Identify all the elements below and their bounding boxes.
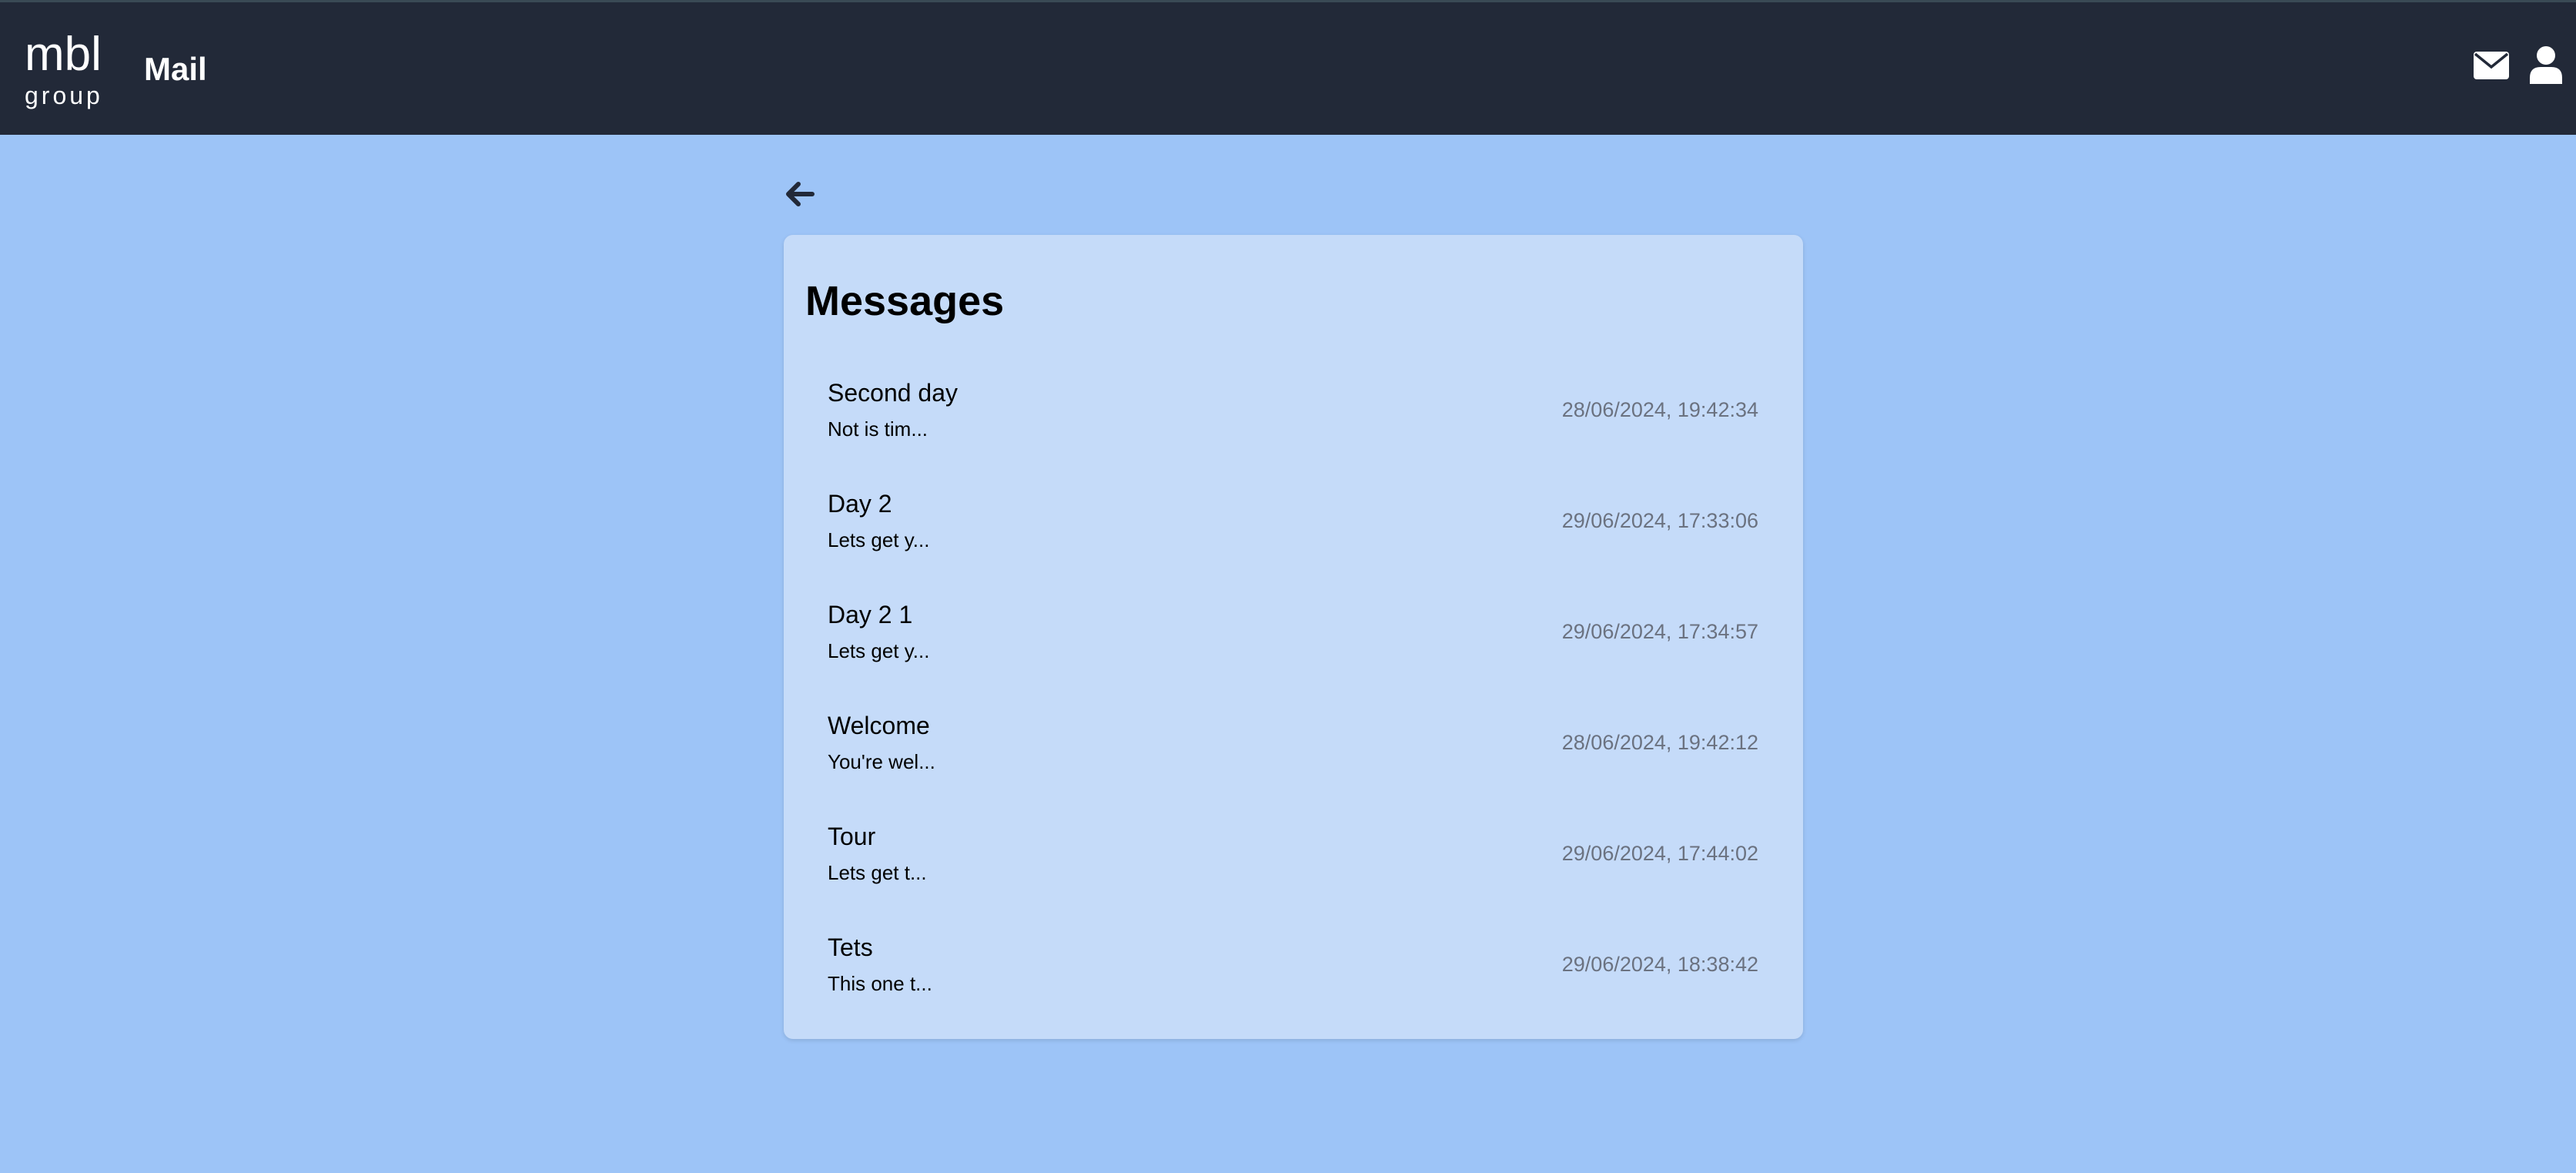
message-item[interactable]: Welcome You're wel... 28/06/2024, 19:42:…: [805, 683, 1781, 794]
app-title: Mail: [144, 51, 207, 87]
message-item[interactable]: Tets This one t... 29/06/2024, 18:38:42: [805, 905, 1781, 1016]
message-subject: Tour: [828, 823, 876, 850]
message-item[interactable]: Day 2 Lets get y... 29/06/2024, 17:33:06: [805, 461, 1781, 572]
message-date: 28/06/2024, 19:42:12: [1561, 731, 1758, 754]
message-subject: Day 2 1: [828, 601, 913, 628]
message-subject: Tets: [828, 933, 873, 961]
message-item[interactable]: Tour Lets get t... 29/06/2024, 17:44:02: [805, 794, 1781, 905]
message-preview: Lets get t...: [828, 861, 927, 884]
message-preview: Lets get y...: [828, 528, 930, 551]
message-preview: Lets get y...: [828, 639, 930, 662]
messages-card: Messages Second day Not is tim... 28/06/…: [784, 235, 1803, 1039]
message-date: 29/06/2024, 17:33:06: [1561, 509, 1758, 532]
user-icon[interactable]: [2530, 45, 2562, 84]
svg-text:mbl: mbl: [25, 28, 102, 81]
message-preview: This one t...: [828, 972, 932, 995]
mbl-group-logo[interactable]: mbl group: [23, 25, 112, 110]
page-title: Messages: [805, 278, 1005, 324]
arrow-left-icon[interactable]: [781, 176, 818, 213]
message-preview: You're wel...: [828, 750, 935, 773]
mail-icon[interactable]: [2474, 52, 2509, 79]
message-date: 29/06/2024, 17:44:02: [1561, 842, 1758, 865]
message-date: 28/06/2024, 19:42:34: [1561, 398, 1758, 421]
message-item[interactable]: Second day Not is tim... 28/06/2024, 19:…: [805, 350, 1781, 461]
message-date: 29/06/2024, 17:34:57: [1561, 620, 1758, 643]
message-subject: Welcome: [828, 712, 930, 739]
message-preview: Not is tim...: [828, 417, 928, 441]
message-subject: Day 2: [828, 490, 892, 518]
message-list: Second day Not is tim... 28/06/2024, 19:…: [805, 350, 1781, 1016]
message-date: 29/06/2024, 18:38:42: [1561, 953, 1758, 976]
top-navigation-bar: mbl group Mail: [0, 0, 2576, 135]
message-item[interactable]: Day 2 1 Lets get y... 29/06/2024, 17:34:…: [805, 572, 1781, 683]
message-subject: Second day: [828, 379, 958, 407]
svg-text:group: group: [25, 82, 103, 109]
